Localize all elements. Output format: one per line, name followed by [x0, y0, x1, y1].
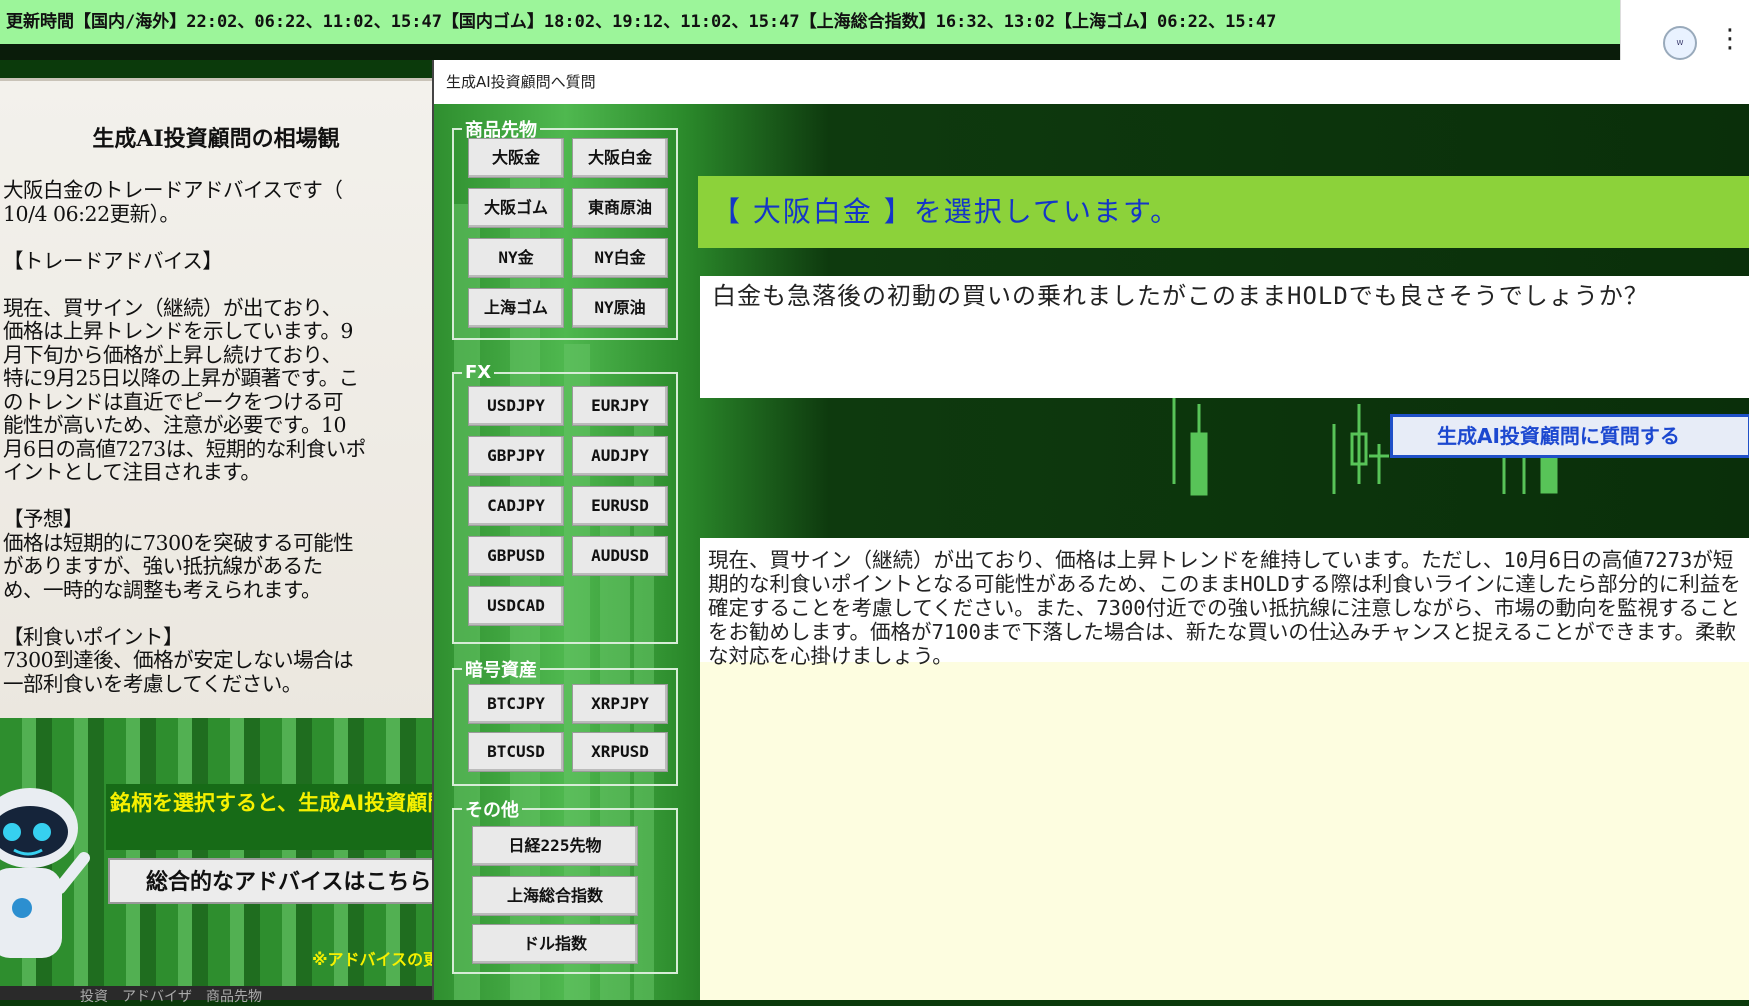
symbol-button-xrpusd[interactable]: XRPUSD [572, 732, 668, 772]
symbol-button-shanghai-rubber[interactable]: 上海ゴム [468, 288, 564, 328]
symbol-button-osaka-rubber[interactable]: 大阪ゴム [468, 188, 564, 228]
symbol-button-nikkei225-futures[interactable]: 日経225先物 [472, 826, 638, 866]
symbol-button-shanghai-composite[interactable]: 上海総合指数 [472, 876, 638, 916]
header-divider [0, 44, 1620, 60]
fx-legend: FX [465, 362, 492, 383]
overall-advice-button[interactable]: 総合的なアドバイスはこちら [108, 858, 438, 904]
symbol-button-osaka-gold[interactable]: 大阪金 [468, 138, 564, 178]
browser-toolbar-corner: W ⋮ [1620, 0, 1749, 62]
symbol-button-audjpy[interactable]: AUDJPY [572, 436, 668, 476]
symbol-button-usdjpy[interactable]: USDJPY [468, 386, 564, 426]
symbol-button-ny-crude[interactable]: NY原油 [572, 288, 668, 328]
question-input[interactable]: 白金も急落後の初動の買いの乗れましたがこのままHOLDでも良さそうでしょうか？ [700, 276, 1749, 398]
symbol-button-tocom-crude[interactable]: 東商原油 [572, 188, 668, 228]
symbol-button-btcjpy[interactable]: BTCJPY [468, 684, 564, 724]
symbol-button-cadjpy[interactable]: CADJPY [468, 486, 564, 526]
crypto-legend: 暗号資産 [465, 660, 537, 681]
symbol-button-osaka-platinum[interactable]: 大阪白金 [572, 138, 668, 178]
update-time-ticker: 更新時間【国内/海外】22:02、06:22、11:02、15:47【国内ゴム】… [0, 0, 1620, 44]
symbol-button-dollar-index[interactable]: ドル指数 [472, 924, 638, 964]
promo-area: 銘柄を選択すると、生成AI投資顧問からのアドバイスが表示されます。 総合的なアド… [0, 718, 455, 988]
market-view-title: 生成AI投資顧問の相場観 [92, 126, 340, 152]
symbol-button-xrpjpy[interactable]: XRPJPY [572, 684, 668, 724]
promo-message: 銘柄を選択すると、生成AI投資顧問からのアドバイスが表示されます。 [106, 784, 432, 850]
selected-symbol-banner: 【 大阪白金 】を選択しています。 [698, 176, 1749, 248]
answer-output: 現在、買サイン（継続）が出ており、価格は上昇トレンドを維持しています。ただし、1… [700, 538, 1749, 1000]
symbol-button-ny-platinum[interactable]: NY白金 [572, 238, 668, 278]
symbol-button-gbpjpy[interactable]: GBPJPY [468, 436, 564, 476]
symbol-button-eurusd[interactable]: EURUSD [572, 486, 668, 526]
ai-question-dialog: 生成AI投資顧問へ質問 商品先物 大阪金 大阪白金 大阪ゴム 東商原油 NY金 … [432, 60, 1749, 1000]
symbol-button-eurjpy[interactable]: EURJPY [572, 386, 668, 426]
robot-mascot-icon [0, 788, 90, 958]
dialog-title: 生成AI投資顧問へ質問 [434, 60, 1749, 104]
symbol-button-gbpusd[interactable]: GBPUSD [468, 536, 564, 576]
market-view-body: 大阪白金のトレードアドバイスです（ 10/4 06:22更新）。 【トレードアド… [3, 178, 366, 696]
footer-text: 投資 アドバイザ 商品先物 [80, 989, 262, 1005]
other-legend: その他 [465, 800, 519, 821]
footer-strip: 投資 アドバイザ 商品先物 [0, 986, 440, 1005]
market-view-panel: 生成AI投資顧問の相場観 大阪白金のトレードアドバイスです（ 10/4 06:2… [0, 78, 432, 721]
symbol-button-btcusd[interactable]: BTCUSD [468, 732, 564, 772]
dialog-content: 商品先物 大阪金 大阪白金 大阪ゴム 東商原油 NY金 NY白金 上海ゴム NY… [434, 104, 1749, 1000]
symbol-button-usdcad[interactable]: USDCAD [468, 586, 564, 626]
symbol-button-audusd[interactable]: AUDUSD [572, 536, 668, 576]
symbol-button-ny-gold[interactable]: NY金 [468, 238, 564, 278]
winspec-extension-icon[interactable]: W [1663, 26, 1697, 60]
kebab-menu-icon[interactable]: ⋮ [1717, 24, 1743, 54]
ask-ai-advisor-button[interactable]: 生成AI投資顧問に質問する [1390, 414, 1749, 458]
